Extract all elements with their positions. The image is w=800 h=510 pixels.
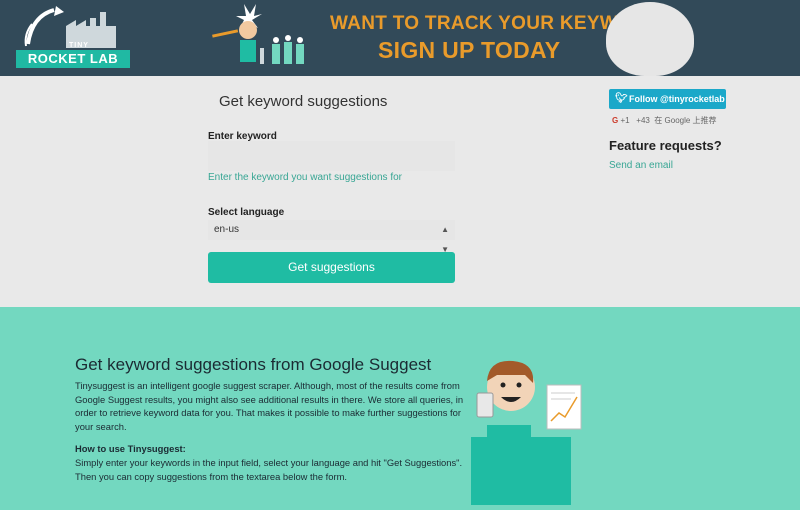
tiny-rocket-lab-logo[interactable]: TINY ROCKET LAB xyxy=(14,4,134,70)
get-suggestions-button[interactable]: Get suggestions xyxy=(208,252,455,283)
how-to-text: Simply enter your keywords in the input … xyxy=(75,457,463,482)
google-plus-icon: G xyxy=(612,116,619,125)
google-plus-count: +43 xyxy=(636,116,650,125)
promo-banner[interactable]: WANT TO TRACK YOUR KEYWORDS? SIGN UP TOD… xyxy=(210,0,770,76)
promo-globe-graphic xyxy=(606,2,694,76)
feature-requests-heading: Feature requests? xyxy=(609,138,722,153)
info-paragraph: Tinysuggest is an intelligent google sug… xyxy=(75,380,464,432)
language-selected-value: en-us xyxy=(214,224,240,235)
keyword-help-text: Enter the keyword you want suggestions f… xyxy=(208,172,402,183)
language-select[interactable]: en-us ▲ ▼ xyxy=(208,220,455,254)
site-header: TINY ROCKET LAB WANT TO TRACK YOUR KEYWO… xyxy=(0,0,800,76)
form-title: Get keyword suggestions xyxy=(219,93,388,110)
keyword-input[interactable] xyxy=(208,141,455,171)
logo-name: ROCKET LAB xyxy=(27,51,119,66)
logo-tiny-text: TINY xyxy=(69,42,89,49)
send-email-link[interactable]: Send an email xyxy=(609,160,673,171)
twitter-follow-label: Follow @tinyrocketlab xyxy=(629,94,725,104)
twitter-bird-icon: 🐦︎ xyxy=(615,93,628,104)
logo-ribbon: ROCKET LAB xyxy=(16,50,130,68)
language-label: Select language xyxy=(208,207,285,218)
info-title: Get keyword suggestions from Google Sugg… xyxy=(75,355,432,374)
google-plus-text: 在 Google 上推荐 xyxy=(654,116,717,125)
how-to-heading: How to use Tinysuggest: xyxy=(75,443,186,454)
promo-signup-cta[interactable]: SIGN UP TODAY xyxy=(378,37,560,64)
google-plus-widget[interactable]: G +1 +43 在 Google 上推荐 xyxy=(612,115,717,126)
scientist-illustration-icon xyxy=(212,4,304,64)
user-illustration-icon xyxy=(471,360,582,505)
twitter-follow-button[interactable]: 🐦︎ Follow @tinyrocketlab xyxy=(609,89,726,109)
google-plus-one: +1 xyxy=(620,116,630,125)
